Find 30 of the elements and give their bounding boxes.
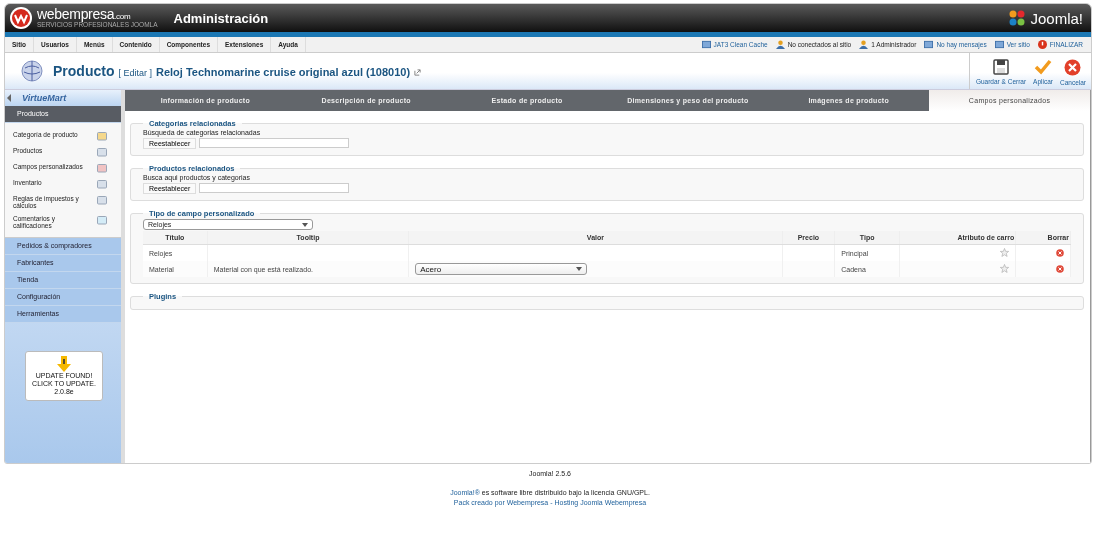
caret-icon <box>576 267 583 271</box>
globe-icon <box>21 60 43 82</box>
external-link-icon <box>414 69 422 76</box>
cms-logo-text: Joomla! <box>1030 9 1083 27</box>
search-field[interactable] <box>199 183 350 193</box>
page-icon <box>994 40 1004 49</box>
product-name: Reloj Technomarine cruise original azul (108010) <box>155 66 411 78</box>
delete-icon[interactable] <box>1056 264 1064 273</box>
virtuemart-logo: VirtueMart <box>22 93 67 103</box>
user-icon <box>859 40 869 49</box>
caret-icon <box>302 222 308 227</box>
brand-name: webempresa.com <box>37 7 131 22</box>
edit-label: [ Editar ] <box>118 68 152 78</box>
collapse-arrow-icon[interactable] <box>7 94 12 102</box>
star-icon[interactable] <box>1000 264 1010 273</box>
delete-icon[interactable] <box>1056 248 1064 257</box>
brand-logo-icon <box>9 6 33 30</box>
close-icon <box>1064 59 1082 76</box>
power-icon <box>1037 40 1047 49</box>
page-title: Producto <box>53 63 115 79</box>
checkmark-icon <box>1034 59 1053 75</box>
download-arrow-icon <box>57 355 71 372</box>
user-icon <box>775 40 785 49</box>
search-field[interactable] <box>199 138 350 148</box>
page-icon <box>701 40 711 49</box>
value-dropdown[interactable]: Acero <box>415 263 588 275</box>
flower-logo-icon <box>1008 9 1027 27</box>
star-icon[interactable] <box>1000 248 1010 257</box>
page-icon <box>924 40 934 49</box>
header-title: Administración <box>173 10 269 26</box>
